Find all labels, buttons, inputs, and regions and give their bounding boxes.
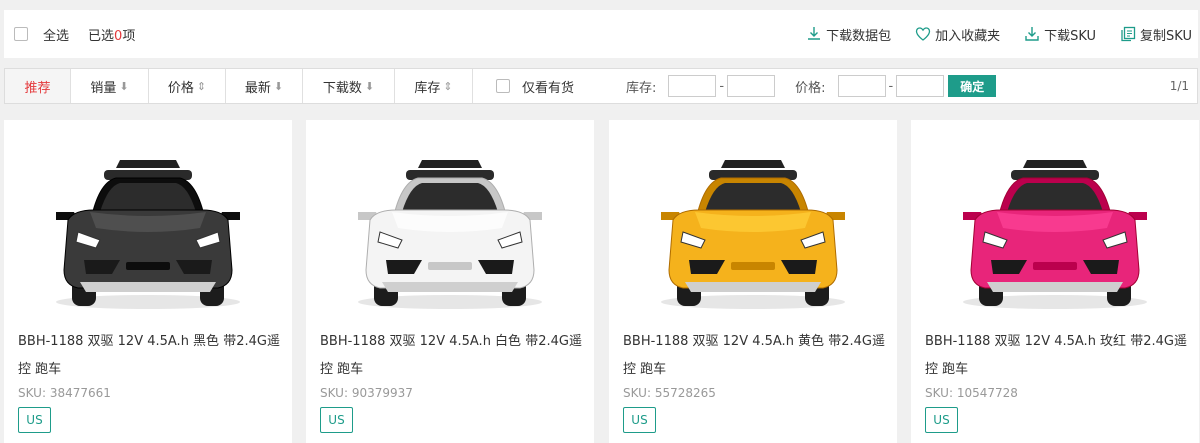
sort-recommended[interactable]: 推荐 [5, 69, 71, 103]
stock-range-filter: 库存: - [626, 75, 776, 97]
add-to-favorites-button[interactable]: 加入收藏夹 [915, 25, 1000, 44]
product-card[interactable]: BBH-1188 双驱 12V 4.5A.h 黄色 带2.4G遥控 跑车 SKU… [609, 120, 897, 443]
confirm-filter-button[interactable]: 确定 [948, 75, 997, 97]
download-sku-label: 下载SKU [1044, 28, 1097, 44]
download-package-icon [808, 27, 821, 40]
region-tag: US [320, 407, 353, 433]
in-stock-checkbox[interactable] [496, 79, 510, 93]
product-title[interactable]: BBH-1188 双驱 12V 4.5A.h 黑色 带2.4G遥控 跑车 [18, 328, 282, 384]
product-image[interactable] [911, 120, 1199, 320]
product-sku: SKU: 10547728 [925, 386, 1018, 400]
region-tag: US [623, 407, 656, 433]
copy-sku-label: 复制SKU [1140, 28, 1192, 44]
product-card[interactable]: BBH-1188 双驱 12V 4.5A.h 白色 带2.4G遥控 跑车 SKU… [306, 120, 594, 443]
range-dash: - [888, 78, 894, 94]
price-range-filter: 价格: - 确定 [795, 75, 997, 97]
top-actions: 下载数据包 加入收藏夹 下载SKU 复制SKU [806, 25, 1198, 44]
stock-max-input[interactable] [727, 75, 776, 97]
heart-icon [915, 27, 931, 41]
page-indicator: 1/1 [1169, 79, 1189, 93]
sort-down-arrow-icon: ⬇ [119, 79, 129, 93]
sort-updown-arrow-icon: ⇕ [196, 79, 207, 93]
sort-down-arrow-icon: ⬇ [273, 79, 284, 93]
copy-sku-button[interactable]: 复制SKU [1120, 25, 1192, 44]
price-range-label: 价格: [795, 80, 826, 96]
download-package-button[interactable]: 下载数据包 [806, 25, 891, 44]
select-all-label[interactable]: 全选 [43, 25, 69, 44]
sort-newest[interactable]: 最新 ⬇ [226, 69, 303, 103]
product-title[interactable]: BBH-1188 双驱 12V 4.5A.h 白色 带2.4G遥控 跑车 [320, 328, 584, 384]
stock-range-label: 库存: [626, 80, 657, 96]
sort-sales[interactable]: 销量 ⬇ [71, 69, 149, 103]
product-card[interactable]: BBH-1188 双驱 12V 4.5A.h 玫红 带2.4G遥控 跑车 SKU… [911, 120, 1199, 443]
add-to-favorites-label: 加入收藏夹 [935, 28, 1001, 44]
product-sku: SKU: 55728265 [623, 386, 716, 400]
sort-down-arrow-icon: ⬇ [364, 79, 375, 93]
region-tag: US [925, 407, 958, 433]
download-package-label: 下载数据包 [826, 28, 892, 44]
stock-min-input[interactable] [668, 75, 717, 97]
bulk-action-bar: 全选 已选0项 下载数据包 加入收藏夹 下载SKU 复制SKU [4, 10, 1198, 58]
range-dash: - [719, 78, 725, 94]
sort-downloads[interactable]: 下载数 ⬇ [303, 69, 395, 103]
download-icon [1025, 27, 1039, 41]
sort-updown-arrow-icon: ⇕ [443, 79, 453, 93]
product-card[interactable]: BBH-1188 双驱 12V 4.5A.h 黑色 带2.4G遥控 跑车 SKU… [4, 120, 292, 443]
product-title[interactable]: BBH-1188 双驱 12V 4.5A.h 玫红 带2.4G遥控 跑车 [925, 328, 1189, 384]
price-min-input[interactable] [837, 75, 886, 97]
download-sku-button[interactable]: 下载SKU [1024, 25, 1096, 44]
sort-filter-bar: 推荐 销量 ⬇ 价格 ⇕ 最新 ⬇ 下载数 ⬇ 库存 ⇕ 仅看有货 库存: - 价格: -… [4, 68, 1198, 104]
region-tag: US [18, 407, 51, 433]
in-stock-label: 仅看有货 [522, 80, 575, 96]
copy-icon [1121, 26, 1136, 42]
product-title[interactable]: BBH-1188 双驱 12V 4.5A.h 黄色 带2.4G遥控 跑车 [623, 328, 887, 384]
sort-stock[interactable]: 库存 ⇕ [395, 69, 473, 103]
selected-count-text: 已选0项 [88, 28, 136, 44]
product-image[interactable] [306, 120, 594, 320]
product-grid: BBH-1188 双驱 12V 4.5A.h 黑色 带2.4G遥控 跑车 SKU… [4, 120, 1199, 443]
product-sku: SKU: 38477661 [18, 386, 111, 400]
product-image[interactable] [4, 120, 292, 320]
product-image[interactable] [609, 120, 897, 320]
product-sku: SKU: 90379937 [320, 386, 413, 400]
sort-price[interactable]: 价格 ⇕ [149, 69, 226, 103]
select-all-checkbox[interactable] [14, 27, 28, 41]
price-max-input[interactable] [896, 75, 945, 97]
in-stock-filter[interactable]: 仅看有货 [496, 77, 574, 96]
